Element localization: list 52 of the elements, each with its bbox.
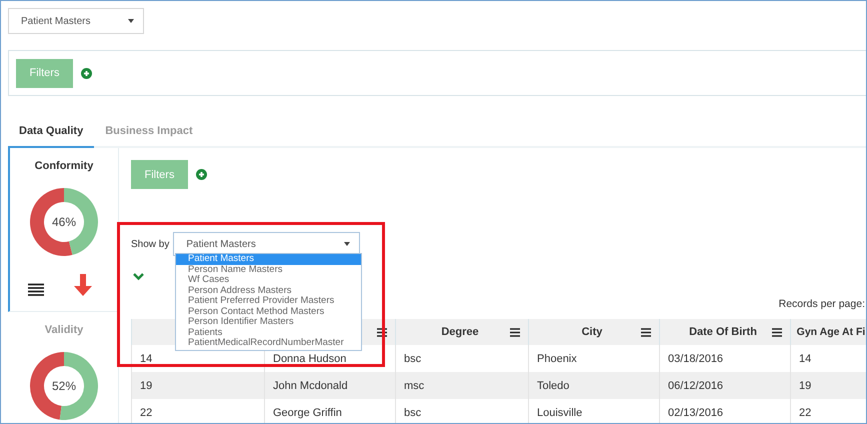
column-header[interactable]: Date Of Birth — [660, 319, 790, 345]
menu-icon[interactable] — [28, 283, 44, 296]
caret-icon — [128, 19, 134, 23]
dropdown-option[interactable]: Patient Preferred Provider Masters — [176, 296, 361, 306]
dropdown-option[interactable]: Patient Masters — [176, 254, 361, 264]
table-cell: Phoenix — [537, 352, 577, 364]
dropdown-option[interactable]: Patients — [176, 328, 361, 338]
column-header[interactable]: Gyn Age At Fi — [790, 319, 866, 345]
dropdown[interactable]: Patient Masters — [8, 8, 144, 34]
menu-icon[interactable] — [510, 328, 520, 336]
chevron-down-icon[interactable] — [133, 273, 144, 281]
add-icon[interactable] — [196, 169, 207, 180]
menu-icon[interactable] — [377, 328, 387, 336]
table-cell: 19 — [140, 380, 152, 392]
add-icon[interactable] — [81, 68, 92, 78]
dropdown-option[interactable]: Person Name Masters — [176, 264, 361, 275]
percent-label: 46% — [52, 215, 76, 229]
table-cell: Louisville — [537, 406, 582, 418]
table-cell: bsc — [404, 352, 422, 364]
metric-panel[interactable]: Validity 52% — [8, 312, 119, 423]
caret-icon — [344, 242, 350, 246]
metric-title: Validity — [44, 324, 84, 336]
table-cell: 19 — [799, 380, 812, 392]
table-cell: 22 — [799, 406, 812, 418]
percent-label: 52% — [52, 379, 76, 393]
table-cell: Donna Hudson — [273, 352, 346, 364]
table-cell: George Griffin — [273, 406, 342, 418]
table-cell: 14 — [140, 352, 152, 364]
table-cell: 03/18/2016 — [668, 352, 724, 364]
dropdown-option[interactable]: Person Address Masters — [176, 286, 361, 296]
table-cell: 06/12/2016 — [668, 380, 724, 392]
menu-icon[interactable] — [641, 328, 651, 336]
tab[interactable]: Data Quality — [8, 117, 94, 148]
table-cell: 02/13/2016 — [668, 406, 724, 418]
table-cell: John Mcdonald — [273, 380, 348, 392]
metric-title: Conformity — [34, 160, 94, 172]
dropdown-option[interactable]: PatientMedicalRecordNumberMaster — [176, 338, 361, 348]
table-cell: 22 — [140, 406, 152, 418]
field-label: Show by — [131, 238, 170, 250]
dropdown-option[interactable]: Person Identifier Masters — [176, 317, 361, 328]
dropdown-option[interactable]: Wf Cases — [176, 275, 361, 286]
table-cell: bsc — [404, 406, 422, 418]
records-per-page-label: Records per page: — [778, 298, 865, 310]
table-cell: Toledo — [537, 380, 570, 392]
metric-panel[interactable]: Conformity 46% — [8, 148, 119, 312]
down-arrow-icon[interactable] — [74, 274, 92, 296]
table-cell: msc — [404, 380, 424, 392]
menu-icon[interactable] — [772, 328, 782, 336]
column-header[interactable]: City — [528, 319, 660, 345]
table-cell: 14 — [799, 352, 812, 364]
column-header[interactable]: Degree — [396, 319, 528, 345]
dropdown-option[interactable]: Person Contact Method Masters — [176, 306, 361, 317]
